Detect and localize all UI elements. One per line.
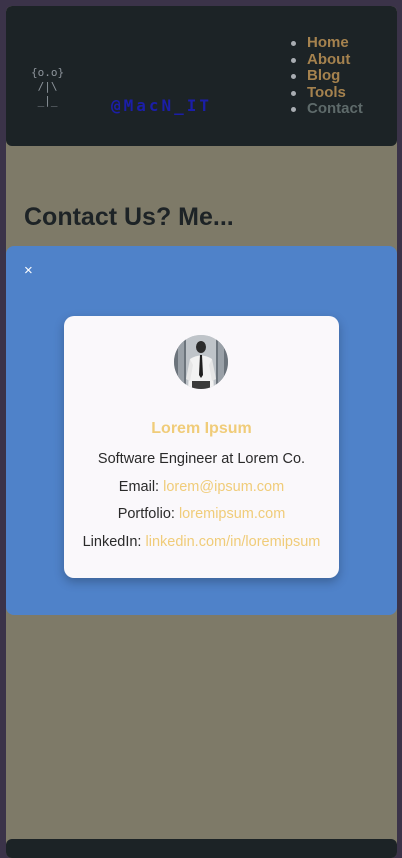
site-header: {o.o} /|\ _|_ @MacN_IT Home About Blog T… xyxy=(6,6,397,146)
contact-modal: × Lorem Ipsum Software Engineer at Lorem… xyxy=(6,246,397,615)
avatar xyxy=(174,335,228,389)
profile-card: Lorem Ipsum Software Engineer at Lorem C… xyxy=(64,316,339,578)
nav-contact[interactable]: Contact xyxy=(289,100,363,118)
person-photo-icon xyxy=(174,335,228,389)
nav-home[interactable]: Home xyxy=(289,34,363,52)
close-button[interactable]: × xyxy=(24,262,33,279)
page: {o.o} /|\ _|_ @MacN_IT Home About Blog T… xyxy=(6,6,397,858)
portfolio-link[interactable]: loremipsum.com xyxy=(179,506,285,522)
nav-about[interactable]: About xyxy=(289,51,363,69)
portfolio-label: Portfolio: xyxy=(117,506,175,522)
linkedin-row: LinkedIn: linkedin.com/in/loremipsum xyxy=(64,534,339,550)
ascii-logo[interactable]: {o.o} /|\ _|_ xyxy=(31,66,64,108)
linkedin-label: LinkedIn: xyxy=(82,534,142,550)
page-title: Contact Us? Me... xyxy=(24,203,234,231)
email-link[interactable]: lorem@ipsum.com xyxy=(163,479,284,495)
linkedin-link[interactable]: linkedin.com/in/loremipsum xyxy=(146,534,321,550)
email-row: Email: lorem@ipsum.com xyxy=(64,479,339,495)
brand-name[interactable]: @MacN_IT xyxy=(111,96,212,115)
nav-blog[interactable]: Blog xyxy=(289,67,363,85)
nav-tools[interactable]: Tools xyxy=(289,84,363,102)
main-nav: Home About Blog Tools Contact xyxy=(289,34,363,118)
site-footer xyxy=(6,839,397,858)
email-label: Email: xyxy=(118,479,160,495)
portfolio-row: Portfolio: loremipsum.com xyxy=(64,506,339,522)
profile-role: Software Engineer at Lorem Co. xyxy=(97,451,306,467)
profile-name: Lorem Ipsum xyxy=(151,420,252,437)
